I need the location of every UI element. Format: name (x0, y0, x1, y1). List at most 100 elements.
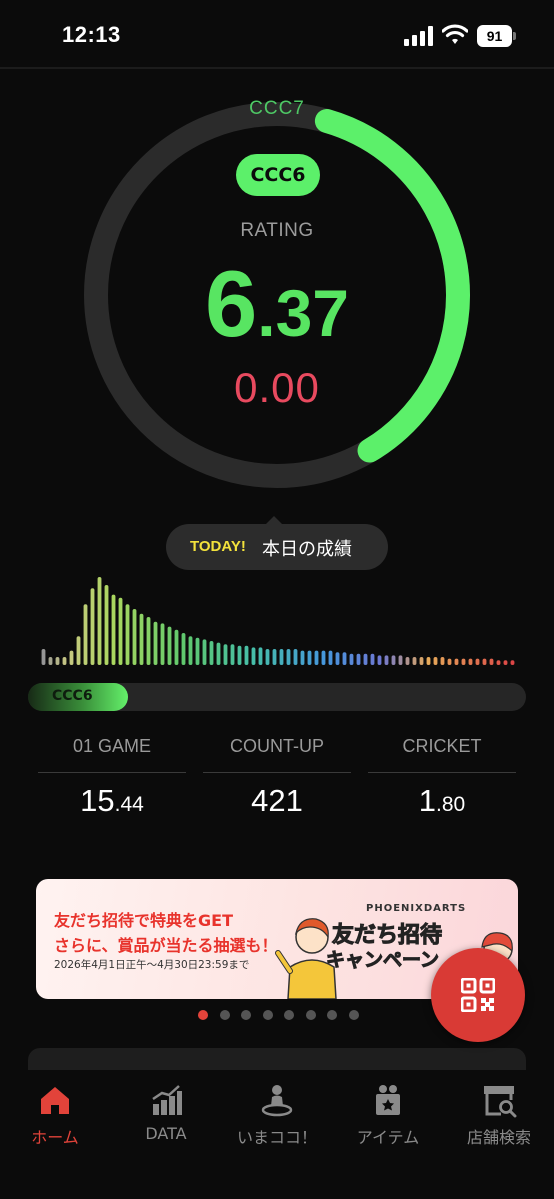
stat-value: 421 (203, 783, 351, 819)
home-icon (41, 1087, 69, 1114)
history-bar (174, 629, 179, 665)
stat-value: 1.80 (368, 783, 516, 819)
history-bar (349, 653, 354, 665)
history-bar (216, 642, 221, 665)
stat-cricket[interactable]: CRICKET 1.80 (368, 736, 516, 819)
history-bar (433, 657, 438, 665)
history-bar (125, 604, 130, 665)
history-bar (41, 649, 46, 665)
item-bag-icon (376, 1085, 400, 1115)
stat-divider (368, 772, 516, 773)
history-bar (139, 613, 144, 665)
stat-label: COUNT-UP (230, 736, 324, 756)
history-bar (468, 658, 473, 665)
history-bar (370, 653, 375, 665)
history-bar (384, 655, 389, 665)
history-bar (503, 660, 508, 665)
rating-value-int: 6 (204, 251, 258, 356)
qr-code-icon (461, 978, 495, 1012)
banner-subheadline: さらに、賞品が当たる抽選も！ (54, 936, 278, 955)
today-results-button[interactable]: TODAY! 本日の成績 (166, 524, 388, 570)
history-bar (62, 657, 67, 665)
header-divider (0, 67, 554, 69)
location-person-icon (261, 1085, 293, 1117)
history-bar (405, 657, 410, 665)
history-bar (251, 647, 256, 665)
next-class-label: CCC7 (249, 98, 305, 119)
history-bar (314, 650, 319, 665)
history-bar (55, 657, 60, 665)
history-bar (83, 604, 88, 665)
tab-shop-search[interactable]: 店舗検索 (444, 1082, 554, 1148)
battery-icon: 91 (477, 25, 517, 47)
tab-label: いまココ！ (236, 1128, 317, 1147)
history-bar (97, 577, 102, 665)
history-bar (69, 650, 74, 665)
stat-01-game[interactable]: 01 GAME 15.44 (38, 736, 186, 819)
history-bar (412, 657, 417, 665)
history-bar (321, 650, 326, 665)
stat-label: 01 GAME (72, 736, 152, 756)
class-progress-label: CCC6 (52, 688, 93, 704)
history-bar (202, 639, 207, 665)
carousel-dot[interactable] (284, 1010, 294, 1020)
history-bar (300, 650, 305, 665)
banner-headline: 友だち招待で特典をGET (54, 911, 233, 930)
wifi-icon (442, 24, 468, 44)
carousel-dot[interactable] (327, 1010, 337, 1020)
history-bar (279, 649, 284, 665)
history-bar (363, 653, 368, 665)
stat-label: CRICKET (402, 736, 482, 756)
rating-value-dec: .37 (257, 276, 350, 350)
history-bar (230, 644, 235, 665)
history-bar (160, 623, 165, 665)
history-bar (398, 655, 403, 665)
history-bar (181, 633, 186, 665)
history-bar (419, 657, 424, 665)
history-bar (496, 660, 501, 665)
history-bar (286, 649, 291, 665)
today-rating-value: 0.00 (234, 364, 320, 411)
status-time: 12:13 (62, 22, 121, 47)
tab-home[interactable]: ホーム (0, 1082, 110, 1148)
rating-label: RATING (240, 220, 314, 241)
history-bar (48, 657, 53, 665)
history-bar (244, 645, 249, 665)
history-bar (489, 658, 494, 665)
history-bar (146, 617, 151, 665)
banner-title-2: キャンペーン (325, 949, 440, 972)
carousel-dot[interactable] (305, 1010, 316, 1020)
history-bar (209, 641, 214, 665)
stat-value-int: 15 (80, 783, 115, 818)
carousel-dot[interactable] (219, 1010, 230, 1020)
shop-search-icon (484, 1086, 517, 1118)
history-bar (391, 655, 396, 665)
carousel-dot[interactable] (262, 1010, 273, 1020)
banner-period: 2026年4月1日正午〜4月30日23:59まで (54, 959, 250, 971)
history-bar (195, 637, 200, 665)
tab-items[interactable]: アイテム (333, 1082, 443, 1148)
stat-count-up[interactable]: COUNT-UP 421 (203, 736, 351, 819)
stat-value-dec: .80 (436, 793, 466, 816)
history-bar (76, 636, 81, 665)
history-bar (118, 597, 123, 665)
history-bar (426, 657, 431, 665)
carousel-dot[interactable] (348, 1010, 359, 1020)
history-bar (328, 650, 333, 665)
current-class-badge: CCC6 (236, 154, 320, 196)
history-bar (510, 660, 515, 665)
battery-level: 91 (477, 25, 512, 47)
history-bar (90, 588, 95, 665)
history-bar (293, 649, 298, 665)
qr-code-button[interactable] (431, 948, 525, 1042)
carousel-dot[interactable] (241, 1010, 251, 1020)
history-bar (447, 658, 452, 665)
carousel-dot[interactable] (198, 1010, 208, 1020)
rating-history-bars[interactable] (40, 575, 516, 665)
bottom-tab-bar: ホーム DATA いまココ！ アイテム 店舗検索 (0, 1070, 554, 1199)
tab-label: アイテム (356, 1128, 420, 1147)
tab-data[interactable]: DATA (111, 1082, 221, 1143)
history-bar (461, 658, 466, 665)
stat-value-int: 1 (418, 783, 437, 818)
tab-ima-koko[interactable]: いまココ！ (222, 1082, 332, 1148)
